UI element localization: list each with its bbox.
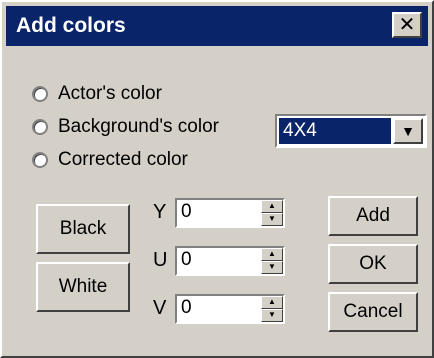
v-value[interactable]: 0 <box>181 297 192 319</box>
cancel-button[interactable]: Cancel <box>328 292 418 332</box>
spin-down-icon[interactable]: ▼ <box>261 213 283 226</box>
close-icon: ✕ <box>398 14 416 36</box>
radio-button-icon[interactable] <box>32 86 48 102</box>
u-spinner[interactable]: 0 ▲ ▼ <box>175 246 285 276</box>
dropdown-button[interactable]: ▼ <box>393 118 423 144</box>
spin-up-icon[interactable]: ▲ <box>261 296 283 309</box>
black-button[interactable]: Black <box>36 204 130 254</box>
u-value[interactable]: 0 <box>181 249 192 271</box>
grid-size-value: 4X4 <box>279 118 391 144</box>
title-bar[interactable]: Add colors ✕ <box>6 6 428 46</box>
radio-label: Actor's color <box>58 83 162 104</box>
spin-down-icon[interactable]: ▼ <box>261 309 283 322</box>
radio-button-icon[interactable] <box>32 152 48 168</box>
y-spinner[interactable]: 0 ▲ ▼ <box>175 198 285 228</box>
grid-size-select[interactable]: 4X4 ▼ <box>275 114 427 148</box>
radio-corrected-color[interactable]: Corrected color <box>32 146 188 174</box>
add-colors-dialog: Add colors ✕ Actor's color Background's … <box>0 0 434 358</box>
u-label: U <box>153 249 168 271</box>
window-title: Add colors <box>16 14 126 37</box>
v-label: V <box>153 297 167 319</box>
radio-label: Corrected color <box>58 149 188 170</box>
radio-background-color[interactable]: Background's color <box>32 113 219 141</box>
y-label: Y <box>153 201 167 223</box>
y-spin-buttons: ▲ ▼ <box>261 200 283 226</box>
radio-button-icon[interactable] <box>32 119 48 135</box>
close-button[interactable]: ✕ <box>392 12 422 38</box>
spin-up-icon[interactable]: ▲ <box>261 248 283 261</box>
spin-up-icon[interactable]: ▲ <box>261 200 283 213</box>
spin-down-icon[interactable]: ▼ <box>261 261 283 274</box>
u-spin-buttons: ▲ ▼ <box>261 248 283 274</box>
radio-label: Background's color <box>58 116 219 137</box>
chevron-down-icon: ▼ <box>401 123 415 139</box>
ok-button[interactable]: OK <box>328 244 418 284</box>
radio-actors-color[interactable]: Actor's color <box>32 80 162 108</box>
y-value[interactable]: 0 <box>181 201 192 223</box>
v-spin-buttons: ▲ ▼ <box>261 296 283 322</box>
white-button[interactable]: White <box>36 262 130 312</box>
add-button[interactable]: Add <box>328 196 418 236</box>
v-spinner[interactable]: 0 ▲ ▼ <box>175 294 285 324</box>
